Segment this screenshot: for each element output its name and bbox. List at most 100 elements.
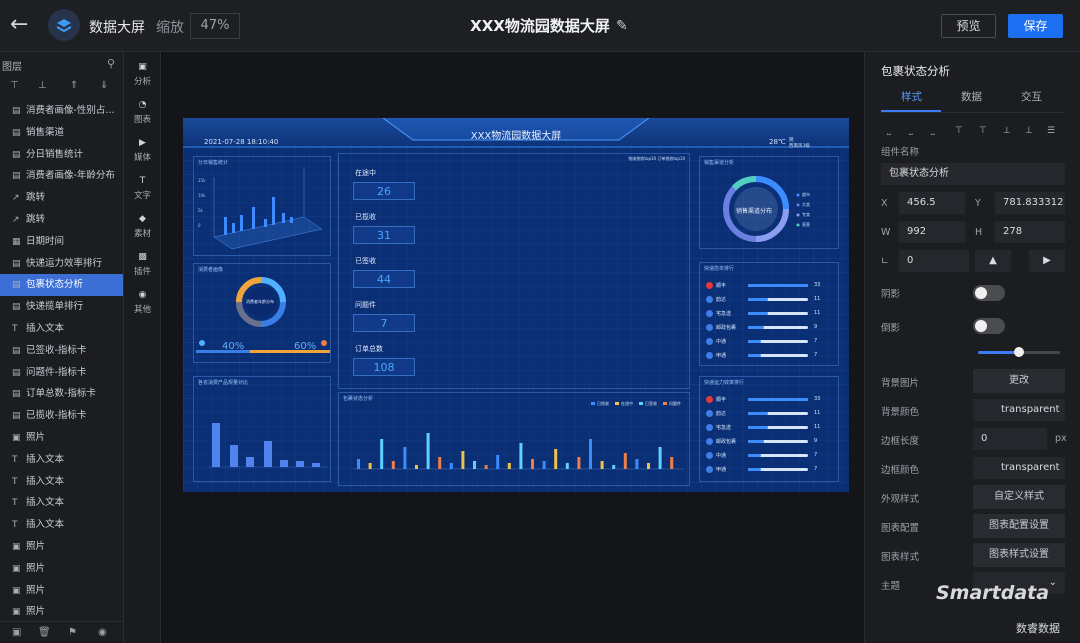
parcel-bar	[391, 461, 395, 469]
layer-item[interactable]: ▤ 包裹状态分析	[0, 274, 123, 297]
rotation-input[interactable]: 0	[899, 250, 969, 272]
component-material[interactable]: ◆ 素材	[124, 214, 161, 239]
layer-item-label: 插入文本	[26, 453, 65, 465]
layer-item[interactable]: ▤ 快递运力效率排行	[0, 253, 123, 275]
layer-item[interactable]: ↗ 跳转	[0, 187, 123, 209]
back-arrow-icon[interactable]: ←	[10, 14, 32, 36]
h-input[interactable]: 278	[995, 221, 1065, 243]
change-bg-image-button[interactable]: 更改	[973, 369, 1065, 393]
visibility-icon[interactable]: ◉	[98, 627, 107, 638]
lock-icon[interactable]: ⚑	[68, 627, 77, 638]
panel-daily-sales[interactable]: 分日销售统计 15k 10k 5k 0	[193, 156, 331, 256]
move-down-icon[interactable]: ⇓	[100, 80, 108, 91]
align-center-h-icon[interactable]: ⎵	[909, 126, 913, 136]
panel-parcel-status[interactable]: 包裹状态分析 已揽收 在途中 已签收 问题件	[338, 392, 690, 486]
component-label: 其他	[133, 305, 151, 315]
flip-horizontal-icon[interactable]: ▲	[975, 250, 1011, 272]
move-top-icon[interactable]: ⊤	[10, 80, 19, 91]
tab-divider	[881, 112, 1065, 113]
x-input[interactable]: 456.5	[899, 192, 965, 214]
dashboard-preview[interactable]: XXX物流园数据大屏 2021-07-28 18:10:40 28℃ 阴西南风3…	[183, 118, 849, 492]
tab-style[interactable]: 样式	[901, 89, 922, 104]
layer-item[interactable]: ▤ 已签收-指标卡	[0, 340, 123, 362]
layer-item[interactable]: ▣ 照片	[0, 558, 123, 580]
preview-button[interactable]: 预览	[941, 14, 996, 38]
layer-item-label: 消费者画像-性别占...	[26, 105, 115, 116]
w-input[interactable]: 992	[899, 221, 965, 243]
panel-parcel-status-main[interactable]: 物流揽收top10 订单揽收top10 在途中 26 已揽收 31 已签收 44 问题件 7 订…	[338, 153, 690, 389]
chart-config-button[interactable]: 图表配置设置	[973, 514, 1065, 538]
layer-item[interactable]: ▤ 消费者画像-性别占...	[0, 100, 123, 122]
zoom-input[interactable]: 47%	[190, 13, 240, 39]
kpi-value: 26	[353, 182, 415, 200]
delete-icon[interactable]: 🗑	[38, 627, 51, 638]
border-color-input[interactable]: transparent	[973, 457, 1065, 479]
tab-data[interactable]: 数据	[961, 89, 982, 104]
layer-item[interactable]: ▤ 已揽收-指标卡	[0, 405, 123, 427]
edit-pencil-icon[interactable]: ✎	[616, 18, 628, 34]
layer-item[interactable]: ▤ 订单总数-指标卡	[0, 383, 123, 405]
component-chart[interactable]: ◔ 图表	[124, 100, 161, 125]
component-media[interactable]: ▶ 媒体	[124, 138, 161, 163]
layer-item[interactable]: ▣ 照片	[0, 536, 123, 558]
rank-bar	[748, 412, 808, 415]
parcel-bar	[380, 439, 384, 469]
panel-category-volume[interactable]: 各省消费产品规量对比	[193, 376, 331, 482]
layer-item[interactable]: ▣ 照片	[0, 427, 123, 449]
layer-item[interactable]: ▤ 分日销售统计	[0, 144, 123, 166]
layer-item[interactable]: ▤ 销售渠道	[0, 122, 123, 144]
layer-item[interactable]: ▤ 快递揽单排行	[0, 296, 123, 318]
text-icon: T	[12, 498, 18, 509]
custom-style-button[interactable]: 自定义样式	[973, 485, 1065, 509]
component-other[interactable]: ◉ 其他	[124, 290, 161, 315]
flip-vertical-icon[interactable]: ▶	[1029, 250, 1065, 272]
align-right-icon[interactable]: ⎵	[931, 126, 935, 136]
reflection-slider[interactable]	[978, 347, 1060, 357]
parcel-top-links[interactable]: 物流揽收top10 订单揽收top10	[628, 156, 685, 162]
align-center-v-icon[interactable]: ⊤	[979, 126, 987, 136]
layer-item[interactable]: T 插入文本	[0, 318, 123, 340]
component-analysis[interactable]: ▣ 分析	[124, 62, 161, 87]
layer-item[interactable]: T 插入文本	[0, 471, 123, 493]
distribute-h-icon[interactable]: ⊥	[1025, 126, 1033, 136]
tab-interaction[interactable]: 交互	[1021, 89, 1042, 104]
y-input[interactable]: 781.833312	[995, 192, 1065, 214]
group-icon[interactable]: ▣	[12, 627, 21, 638]
app-logo	[48, 9, 80, 41]
search-icon[interactable]: ⚲	[107, 57, 115, 70]
layer-item[interactable]: T 插入文本	[0, 449, 123, 471]
save-button[interactable]: 保存	[1008, 14, 1063, 38]
layer-item[interactable]: ↗ 跳转	[0, 209, 123, 231]
bg-color-input[interactable]: transparent	[973, 399, 1065, 421]
rank-row: 顺丰 33	[706, 281, 834, 291]
layer-item-label: 插入文本	[26, 475, 65, 487]
panel-efficiency-rank[interactable]: 快递运力效率排行 顺丰 33 韵达 11 宅急送 11 邮政包裹 9 中通 7 申通 7	[699, 376, 839, 482]
move-bottom-icon[interactable]: ⊥	[38, 80, 47, 91]
layer-item[interactable]: ▣ 照片	[0, 601, 123, 623]
layer-item[interactable]: ▤ 消费者画像-年龄分布	[0, 165, 123, 187]
layer-item[interactable]: ▤ 问题件-指标卡	[0, 362, 123, 384]
align-top-icon[interactable]: ⊤	[955, 126, 963, 136]
component-name-input[interactable]: 包裹状态分析	[881, 163, 1065, 185]
layer-item[interactable]: ▦ 日期时间	[0, 231, 123, 253]
kpi-value: 108	[353, 358, 415, 376]
reflection-toggle[interactable]	[973, 318, 1005, 334]
reflection-slider-knob[interactable]	[1014, 347, 1024, 357]
border-length-input[interactable]: 0	[973, 428, 1047, 450]
align-left-icon[interactable]: ⎵	[887, 126, 891, 136]
layer-item[interactable]: ▣ 照片	[0, 580, 123, 602]
panel-express-rank[interactable]: 快递揽单排行 顺丰 33 韵达 11 宅急送 11 邮政包裹 9 中通 7 申通 7	[699, 262, 839, 366]
rank-row: 申通 7	[706, 351, 834, 361]
panel-sales-channel[interactable]: 销售渠道分析 销售渠道分布 超市 大卖 专卖 直营	[699, 156, 839, 249]
component-text[interactable]: T 文字	[124, 176, 161, 201]
chart-style-button[interactable]: 图表样式设置	[973, 543, 1065, 567]
svg-text:15k: 15k	[198, 178, 206, 183]
move-up-icon[interactable]: ⇑	[70, 80, 78, 91]
shadow-toggle[interactable]	[973, 285, 1005, 301]
distribute-v-icon[interactable]: ☰	[1047, 126, 1055, 136]
layer-item[interactable]: T 插入文本	[0, 492, 123, 514]
layer-item[interactable]: T 插入文本	[0, 514, 123, 536]
align-bottom-icon[interactable]: ⊥	[1003, 126, 1011, 136]
panel-consumer-gender[interactable]: 消费者画像 消费者年龄分布 40% 60%	[193, 263, 331, 363]
component-plugin[interactable]: ▩ 插件	[124, 252, 161, 277]
